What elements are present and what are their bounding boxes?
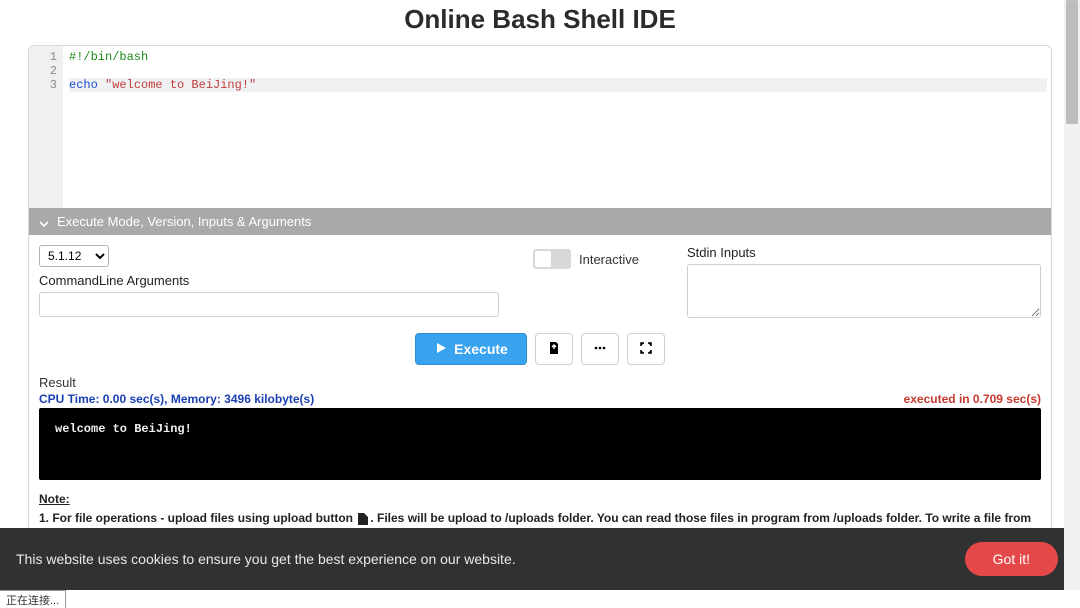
scrollbar-thumb[interactable] [1066,0,1078,124]
ellipsis-icon [593,341,607,358]
action-bar: Execute [29,325,1051,375]
interactive-label: Interactive [579,252,639,267]
editor-code-area[interactable]: #!/bin/bash echo "welcome to BeiJing!" [63,46,1051,208]
editor-gutter: 1 2 3 [29,46,63,208]
cmdline-input[interactable] [39,292,499,317]
fullscreen-icon [639,341,653,358]
exec-time-metric: executed in 0.709 sec(s) [904,392,1041,406]
version-select[interactable]: 5.1.12 [39,245,109,267]
code-line[interactable]: #!/bin/bash [69,50,1047,64]
execute-label: Execute [454,341,508,357]
code-editor[interactable]: 1 2 3 #!/bin/bash echo "welcome to BeiJi… [29,46,1051,208]
cookie-banner: This website uses cookies to ensure you … [0,528,1080,590]
settings-body: 5.1.12 CommandLine Arguments Interactive… [29,235,1051,325]
cookie-accept-button[interactable]: Got it! [965,542,1058,576]
line-number: 2 [29,64,57,78]
interactive-toggle[interactable] [533,249,571,269]
line-number: 1 [29,50,57,64]
result-heading: Result [39,375,1041,390]
cpu-memory-metric: CPU Time: 0.00 sec(s), Memory: 3496 kilo… [39,392,314,406]
fullscreen-button[interactable] [627,333,665,365]
page-title: Online Bash Shell IDE [0,0,1080,45]
ide-panel: 1 2 3 #!/bin/bash echo "welcome to BeiJi… [28,45,1052,573]
line-number: 3 [29,78,57,92]
settings-accordion-label: Execute Mode, Version, Inputs & Argument… [57,214,311,229]
settings-accordion-header[interactable]: Execute Mode, Version, Inputs & Argument… [29,208,1051,235]
browser-status: 正在连接... [0,590,66,608]
stdin-input[interactable] [687,264,1041,318]
code-line[interactable] [69,64,1047,78]
play-icon [434,341,448,358]
cmdline-label: CommandLine Arguments [39,273,499,288]
notes-heading: Note: [39,492,1041,506]
file-upload-icon [358,513,368,525]
code-line[interactable]: echo "welcome to BeiJing!" [69,78,1047,92]
cookie-text: This website uses cookies to ensure you … [16,551,516,567]
execute-button[interactable]: Execute [415,333,527,365]
chevron-down-icon [39,217,49,227]
upload-button[interactable] [535,333,573,365]
scrollbar-track[interactable] [1064,0,1080,590]
result-block: Result CPU Time: 0.00 sec(s), Memory: 34… [29,375,1051,488]
stdin-label: Stdin Inputs [687,245,1041,260]
file-upload-icon [547,341,561,358]
output-console[interactable]: welcome to BeiJing! [39,408,1041,480]
more-button[interactable] [581,333,619,365]
